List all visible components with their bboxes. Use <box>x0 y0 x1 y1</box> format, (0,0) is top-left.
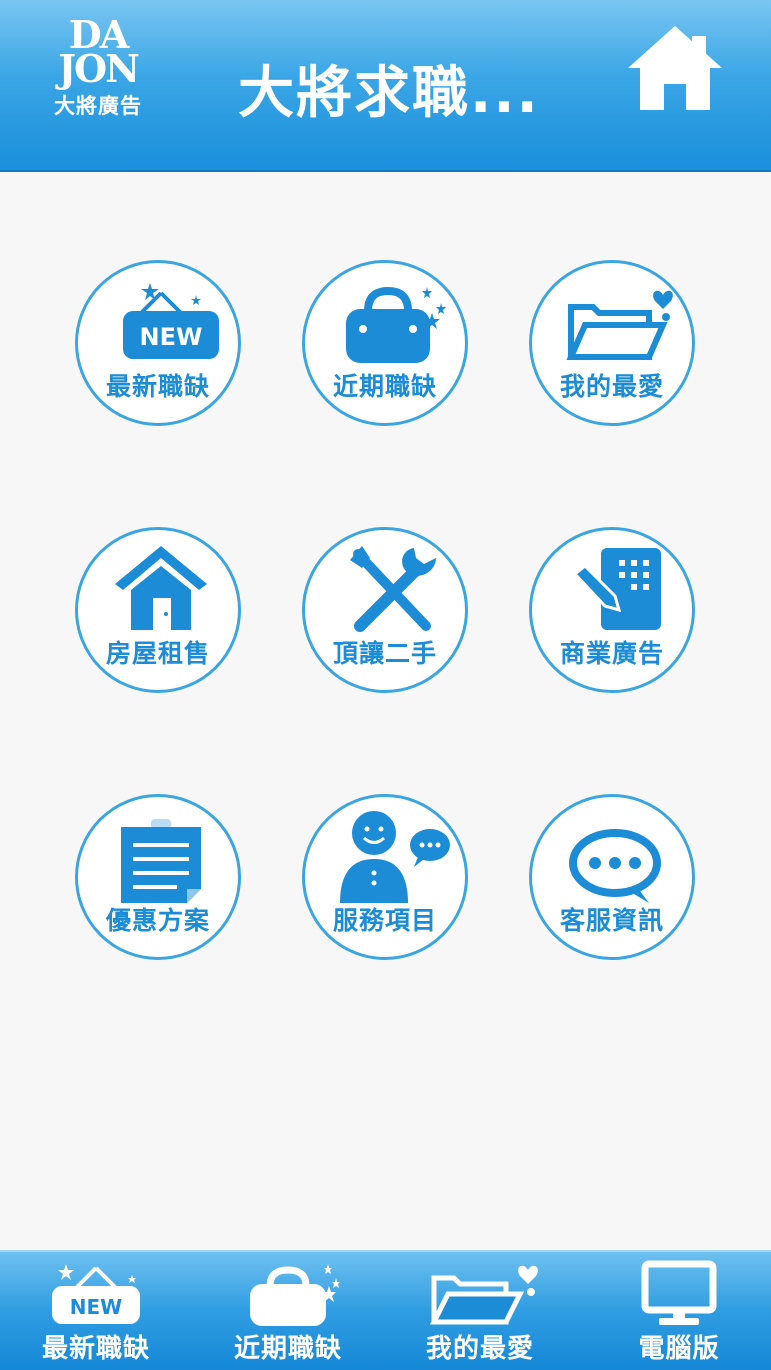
main-menu-grid: NEW 最新職缺 近期職缺 我的最愛 房屋租售 頂讓二手 商業廣告 優惠方案 服… <box>0 172 771 1250</box>
svg-text:NEW: NEW <box>140 323 203 351</box>
chat-bubble-icon <box>569 829 661 903</box>
house-icon <box>115 546 207 630</box>
home-button[interactable] <box>626 22 724 114</box>
person-chat-icon <box>340 811 450 903</box>
menu-item-label: 客服資訊 <box>559 906 664 935</box>
menu-item-business-ads[interactable]: 商業廣告 <box>529 527 695 693</box>
new-sign-icon: NEW <box>52 1264 140 1324</box>
menu-item-favorites[interactable]: 我的最愛 <box>529 260 695 426</box>
menu-item-secondhand[interactable]: 頂讓二手 <box>302 527 468 693</box>
menu-item-label: 服務項目 <box>332 906 437 935</box>
building-icon <box>572 548 661 630</box>
menu-item-latest-jobs[interactable]: NEW 最新職缺 <box>75 260 241 426</box>
menu-item-label: 我的最愛 <box>559 372 664 401</box>
logo-mark-bottom: JON <box>58 46 140 91</box>
tab-label: 最新職缺 <box>41 1334 150 1364</box>
tools-icon <box>350 546 436 632</box>
tab-label: 電腦版 <box>638 1334 720 1364</box>
app-title: 大將求職... <box>238 61 540 126</box>
folder-heart-icon <box>566 290 673 360</box>
menu-item-label: 商業廣告 <box>559 639 664 668</box>
dajon-logo: DA JON 大將廣告 <box>46 16 150 122</box>
menu-item-label: 優惠方案 <box>105 906 210 935</box>
folder-heart-icon <box>429 1265 538 1325</box>
menu-item-label: 近期職缺 <box>332 372 437 401</box>
tab-label: 近期職缺 <box>233 1334 342 1364</box>
menu-item-promotions[interactable]: 優惠方案 <box>75 794 241 960</box>
tab-recent-jobs[interactable]: 近期職缺 <box>192 1252 384 1370</box>
clipboard-icon <box>121 819 201 903</box>
tab-label: 我的最愛 <box>425 1334 534 1364</box>
menu-item-label: 房屋租售 <box>105 639 210 668</box>
svg-text:NEW: NEW <box>70 1295 122 1319</box>
menu-item-recent-jobs[interactable]: 近期職缺 <box>302 260 468 426</box>
menu-item-label: 最新職缺 <box>105 372 210 401</box>
menu-item-customer-service[interactable]: 客服資訊 <box>529 794 695 960</box>
menu-item-services[interactable]: 服務項目 <box>302 794 468 960</box>
tab-desktop-version[interactable]: 電腦版 <box>583 1252 771 1370</box>
monitor-icon <box>641 1260 717 1325</box>
app-header: DA JON 大將廣告 大將求職... <box>0 0 771 172</box>
bag-icon <box>250 1264 340 1326</box>
home-icon <box>628 26 722 110</box>
new-sign-icon: NEW <box>123 283 219 359</box>
tab-latest-jobs[interactable]: NEW 最新職缺 <box>0 1252 192 1370</box>
menu-item-label: 頂讓二手 <box>332 639 437 668</box>
bottom-tab-bar: NEW 最新職缺 近期職缺 我的最愛 電腦版 <box>0 1250 771 1370</box>
logo-subtitle: 大將廣告 <box>54 94 142 118</box>
menu-item-real-estate[interactable]: 房屋租售 <box>75 527 241 693</box>
tab-favorites[interactable]: 我的最愛 <box>384 1252 576 1370</box>
bag-icon <box>346 286 446 363</box>
